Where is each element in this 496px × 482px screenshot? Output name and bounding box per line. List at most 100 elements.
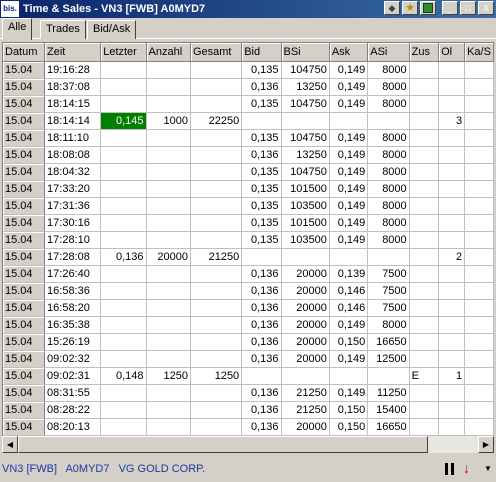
table-cell: 8000: [367, 231, 410, 249]
table-cell: [190, 146, 243, 164]
table-cell: 20000: [146, 248, 191, 266]
table-cell: [190, 78, 243, 96]
pause-button[interactable]: [445, 463, 457, 475]
table-cell: [329, 112, 369, 130]
scroll-thumb[interactable]: [18, 436, 428, 453]
favorite-button[interactable]: ★: [402, 1, 418, 15]
table-cell: [146, 333, 191, 351]
table-cell: 21250: [281, 401, 330, 419]
column-header[interactable]: Zus: [409, 43, 440, 62]
column-header[interactable]: Anzahl: [146, 43, 191, 62]
table-cell: [190, 129, 243, 147]
table-cell: [464, 418, 494, 436]
table-cell: [146, 384, 191, 402]
table-row[interactable]: 15.04 09:02:32 0,136 20000 0,149 12500: [3, 350, 494, 368]
table-row[interactable]: 15.04 16:58:36 0,136 20000 0,146 7500: [3, 282, 494, 300]
table-cell: [146, 61, 191, 79]
table-cell: 0,150: [329, 418, 369, 436]
table-cell: 8000: [367, 95, 410, 113]
table-cell: [409, 299, 440, 317]
tab-trades[interactable]: Trades: [40, 20, 86, 39]
table-header: Datum Zeit Letzter Anzahl Gesamt Bid BSi Ask ASi…: [3, 43, 494, 62]
table-cell: [146, 282, 191, 300]
table-cell: 18:04:32: [44, 163, 102, 181]
column-header[interactable]: ASi: [367, 43, 410, 62]
table-cell: 16650: [367, 418, 410, 436]
table-row[interactable]: 15.04 18:14:14 0,145 1000 22250 3: [3, 112, 494, 130]
table-cell: [438, 231, 466, 249]
table-cell: 1250: [146, 367, 191, 385]
table-cell: 0,145: [100, 112, 147, 130]
table-row[interactable]: 15.04 18:04:32 0,135 104750 0,149 8000: [3, 163, 494, 181]
table-row[interactable]: 15.04 16:58:20 0,136 20000 0,146 7500: [3, 299, 494, 317]
table-row[interactable]: 15.04 08:31:55 0,136 21250 0,149 11250: [3, 384, 494, 402]
table-cell: 1000: [146, 112, 191, 130]
table-cell: 0,135: [241, 129, 282, 147]
table-cell: 17:28:10: [44, 231, 102, 249]
table-row[interactable]: 15.04 19:16:28 0,135 104750 0,149 8000: [3, 61, 494, 79]
tab-alle[interactable]: Alle: [2, 18, 33, 40]
table-row[interactable]: 15.04 08:28:22 0,136 21250 0,150 15400: [3, 401, 494, 419]
column-header[interactable]: Ask: [329, 43, 369, 62]
table-cell: 17:26:40: [44, 265, 102, 283]
app-icon[interactable]: bis.: [1, 1, 19, 17]
maximize-button[interactable]: □: [460, 1, 476, 15]
time-sales-table: Datum Zeit Letzter Anzahl Gesamt Bid BSi Ask ASi…: [3, 43, 494, 436]
table-row[interactable]: 15.04 17:26:40 0,136 20000 0,139 7500: [3, 265, 494, 283]
table-cell: 0,136: [100, 248, 147, 266]
table-row[interactable]: 15.04 18:14:15 0,135 104750 0,149 8000: [3, 95, 494, 113]
time-sales-grid[interactable]: Datum Zeit Letzter Anzahl Gesamt Bid BSi Ask ASi…: [2, 42, 494, 436]
table-row[interactable]: 15.04 18:37:08 0,136 13250 0,149 8000: [3, 78, 494, 96]
table-cell: [190, 299, 243, 317]
table-cell: 0,149: [329, 384, 369, 402]
close-button[interactable]: X: [478, 1, 494, 15]
table-cell: 17:31:36: [44, 197, 102, 215]
table-cell: [146, 163, 191, 181]
table-cell: 15.04: [3, 384, 46, 402]
table-row[interactable]: 15.04 15:26:19 0,136 20000 0,150 16650: [3, 333, 494, 351]
table-row[interactable]: 15.04 17:28:08 0,136 20000 21250 2: [3, 248, 494, 266]
table-row[interactable]: 15.04 16:35:38 0,136 20000 0,149 8000: [3, 316, 494, 334]
indicator-button[interactable]: [420, 1, 436, 15]
scroll-right-button[interactable]: ▶: [478, 436, 494, 453]
column-header[interactable]: BSi: [281, 43, 330, 62]
table-cell: 8000: [367, 146, 410, 164]
column-header[interactable]: Ka/S: [464, 43, 494, 62]
table-cell: [190, 418, 243, 436]
table-cell: 15.04: [3, 367, 46, 385]
table-row[interactable]: 15.04 18:08:08 0,136 13250 0,149 8000: [3, 146, 494, 164]
minimize-button[interactable]: _: [442, 1, 458, 15]
table-cell: [190, 163, 243, 181]
instrument-isin: A0MYD7: [65, 463, 110, 475]
column-header[interactable]: Zeit: [44, 43, 102, 62]
table-row[interactable]: 15.04 17:33:20 0,135 101500 0,149 8000: [3, 180, 494, 198]
scroll-left-button[interactable]: ◀: [2, 436, 18, 453]
dropdown-arrow-icon[interactable]: ▼: [484, 464, 492, 473]
table-cell: 0,149: [329, 129, 369, 147]
table-row[interactable]: 15.04 17:30:16 0,135 101500 0,149 8000: [3, 214, 494, 232]
table-row[interactable]: 15.04 17:28:10 0,135 103500 0,149 8000: [3, 231, 494, 249]
column-header[interactable]: Bid: [241, 43, 282, 62]
table-cell: 15.04: [3, 95, 46, 113]
table-row[interactable]: 15.04 08:20:13 0,136 20000 0,150 16650: [3, 418, 494, 436]
table-row[interactable]: 15.04 18:11:10 0,135 104750 0,149 8000: [3, 129, 494, 147]
table-cell: 0,136: [241, 282, 282, 300]
table-cell: [146, 265, 191, 283]
tab-bid-ask[interactable]: Bid/Ask: [87, 20, 137, 39]
table-cell: [409, 78, 440, 96]
table-row[interactable]: 15.04 17:31:36 0,135 103500 0,149 8000: [3, 197, 494, 215]
column-header[interactable]: Ol: [438, 43, 466, 62]
column-header[interactable]: Gesamt: [190, 43, 243, 62]
column-header[interactable]: Letzter: [100, 43, 147, 62]
down-arrow-icon[interactable]: ↓: [463, 461, 470, 475]
table-row[interactable]: 15.04 09:02:31 0,148 1250 1250 E 1: [3, 367, 494, 385]
table-cell: 15.04: [3, 231, 46, 249]
horizontal-scrollbar[interactable]: ◀ ▶: [2, 436, 494, 453]
star-icon: ★: [405, 1, 415, 14]
table-cell: [409, 180, 440, 198]
table-cell: 0,136: [241, 333, 282, 351]
table-cell: 18:14:15: [44, 95, 102, 113]
table-cell: 1: [438, 367, 466, 385]
pin-button[interactable]: ◆: [384, 1, 400, 15]
column-header[interactable]: Datum: [3, 43, 46, 62]
